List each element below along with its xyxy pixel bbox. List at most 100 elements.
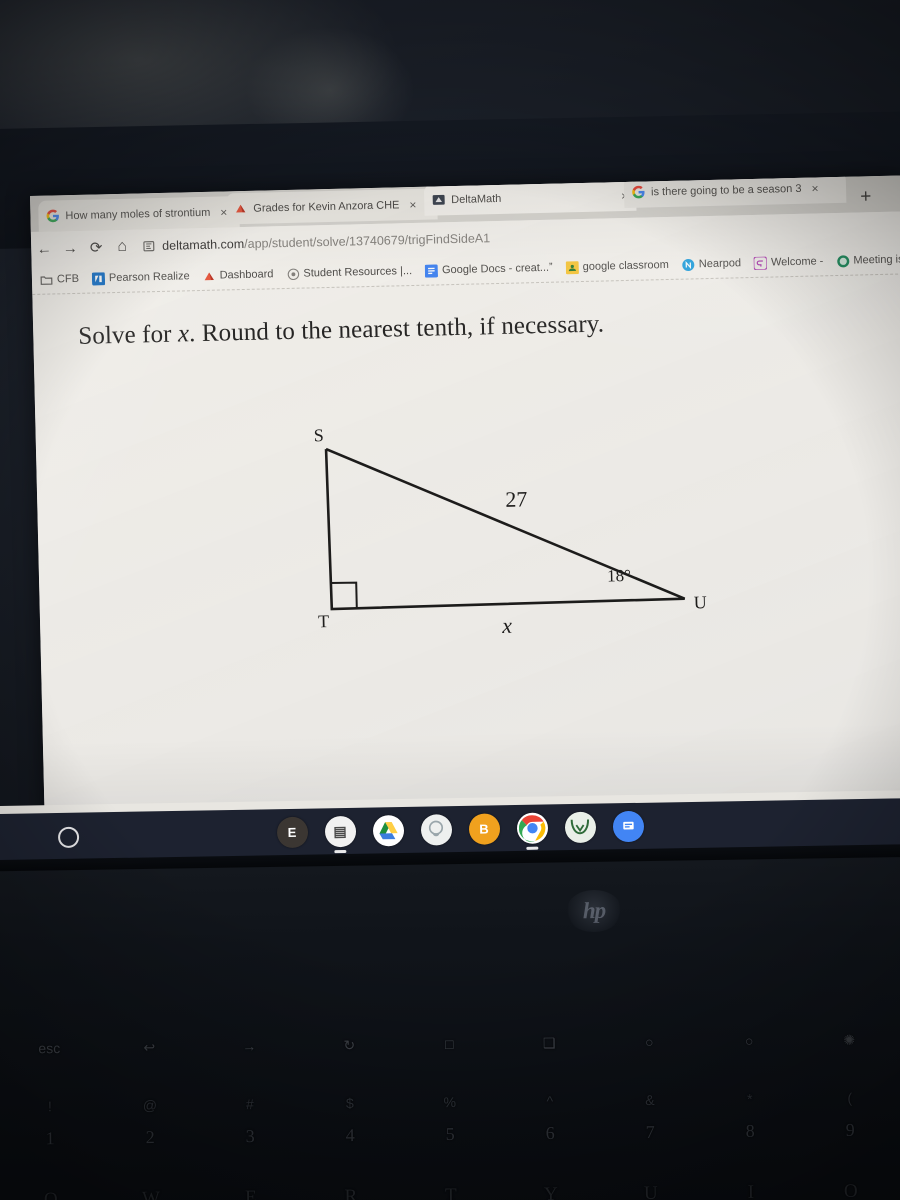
key-fn-8[interactable]: ✺ <box>799 1031 899 1049</box>
key-u[interactable]: U <box>601 1182 701 1200</box>
bookmark-pearson-realize[interactable]: Pearson Realize <box>91 270 190 286</box>
key-q[interactable]: Q <box>1 1189 101 1200</box>
problem-prompt: Solve for x. Round to the nearest tenth,… <box>78 311 604 351</box>
key-sym-3[interactable]: $ <box>300 1095 400 1112</box>
edpuzzle-icon[interactable]: E <box>276 816 308 848</box>
key-sym-6[interactable]: & <box>600 1091 700 1108</box>
key-sym-2[interactable]: # <box>200 1096 300 1113</box>
bookmark-label: Student Resources |... <box>303 265 413 280</box>
google-icon <box>46 209 59 223</box>
key-num-9[interactable]: 9 <box>800 1119 900 1141</box>
forward-icon[interactable]: → <box>57 239 83 257</box>
folder-icon <box>40 275 53 285</box>
bookmark-student-resources[interactable]: Student Resources |... <box>286 265 412 281</box>
angle-label: 18° <box>606 565 632 586</box>
key-sym-5[interactable]: ^ <box>500 1092 600 1109</box>
key-r[interactable]: R <box>301 1186 401 1200</box>
key-num-3[interactable]: 3 <box>200 1126 300 1148</box>
prompt-variable: x <box>177 320 190 348</box>
key-fn-3[interactable]: ↻ <box>299 1037 399 1055</box>
bookmark-meeting[interactable]: Meeting is in prog <box>836 252 900 267</box>
key-sym-0[interactable]: ! <box>0 1098 100 1115</box>
key-e[interactable]: E <box>201 1187 301 1200</box>
files-glyph: ▤ <box>333 822 347 839</box>
bookmark-dashboard[interactable]: Dashboard <box>202 268 274 283</box>
key-y[interactable]: Y <box>501 1183 601 1200</box>
key-fn-2[interactable]: → <box>199 1038 299 1056</box>
back-icon[interactable]: ← <box>31 240 57 258</box>
bookmark-google-classroom[interactable]: google classroom <box>565 258 670 274</box>
google-drive-icon[interactable] <box>372 814 404 847</box>
bookmark-nearpod[interactable]: Nearpod <box>682 257 741 271</box>
bookmark-label: Meeting is in prog <box>853 253 900 267</box>
blooket-glyph: B <box>479 821 489 837</box>
key-num-1[interactable]: 1 <box>0 1128 100 1150</box>
key-fn-4[interactable]: □ <box>399 1035 499 1053</box>
browser-tab-0[interactable]: How many moles of strontium × <box>38 196 240 232</box>
bookmark-cfb[interactable]: CFB <box>40 272 79 286</box>
browser-tab-1[interactable]: Grades for Kevin Anzora CHE × <box>225 188 438 225</box>
google-icon <box>632 185 645 199</box>
laptop-keyboard: esc ↩ → ↻ □ ❑ ○ ○ ✺ ! @ # $ % ^ & * ( 1 … <box>0 1015 900 1200</box>
key-num-6[interactable]: 6 <box>500 1122 600 1144</box>
browser-tab-3[interactable]: is there going to be a season 3 × <box>623 175 847 208</box>
chrome-glyph <box>518 814 545 842</box>
key-num-5[interactable]: 5 <box>400 1123 500 1145</box>
keyboard-function-row: esc ↩ → ↻ □ ❑ ○ ○ ✺ <box>0 1031 899 1057</box>
key-sym-4[interactable]: % <box>400 1093 500 1110</box>
tab-close-icon[interactable]: × <box>409 197 416 211</box>
meeting-icon <box>836 254 849 267</box>
url-host: deltamath.com <box>162 236 245 253</box>
key-fn-0[interactable]: esc <box>0 1040 99 1058</box>
url-path: /app/student/solve/13740679/trigFindSide… <box>244 231 491 251</box>
keyboard-number-row: 1 2 3 4 5 6 7 8 9 <box>0 1119 900 1149</box>
keyboard-symbol-row: ! @ # $ % ^ & * ( <box>0 1089 900 1114</box>
key-t[interactable]: T <box>401 1184 501 1200</box>
key-num-2[interactable]: 2 <box>100 1127 200 1149</box>
key-fn-7[interactable]: ○ <box>699 1032 799 1050</box>
nearpod-icon[interactable] <box>420 813 452 846</box>
bookmark-label: Pearson Realize <box>108 270 190 285</box>
bookmark-label: Google Docs - creat...ˮ <box>441 261 553 277</box>
vertex-label-u: U <box>693 592 707 613</box>
blooket-icon[interactable]: B <box>468 812 500 845</box>
new-tab-button[interactable]: + <box>860 186 872 207</box>
key-sym-7[interactable]: * <box>700 1090 800 1107</box>
home-icon[interactable]: ⌂ <box>109 238 135 257</box>
quizlet-icon[interactable] <box>564 811 596 843</box>
laptop-photo: How many moles of strontium × Grades for… <box>0 0 900 1200</box>
key-sym-8[interactable]: ( <box>800 1089 900 1106</box>
browser-tab-label: DeltaMath <box>451 192 502 206</box>
browser-tab-label: is there going to be a season 3 <box>650 182 802 198</box>
browser-tab-2[interactable]: DeltaMath × <box>423 179 637 216</box>
key-i[interactable]: I <box>701 1181 801 1200</box>
key-sym-1[interactable]: @ <box>100 1097 200 1114</box>
bookmark-label: Welcome - <box>770 255 824 269</box>
laptop-screen: How many moles of strontium × Grades for… <box>30 175 900 832</box>
key-num-8[interactable]: 8 <box>700 1120 800 1142</box>
pearson-icon <box>91 271 106 286</box>
page-info-icon[interactable] <box>143 240 155 252</box>
key-fn-1[interactable]: ↩ <box>99 1039 199 1057</box>
files-icon[interactable]: ▤ <box>324 815 356 847</box>
tab-close-icon[interactable]: × <box>811 181 818 195</box>
welcome-icon <box>753 256 768 270</box>
key-w[interactable]: W <box>101 1188 201 1200</box>
bookmark-welcome[interactable]: Welcome - <box>753 255 824 270</box>
browser-tab-label: How many moles of strontium <box>65 206 211 222</box>
bookmark-google-docs[interactable]: Google Docs - creat...ˮ <box>424 261 553 278</box>
google-slides-icon[interactable] <box>612 810 644 842</box>
deltamath-icon <box>236 204 246 213</box>
url-text: deltamath.com/app/student/solve/13740679… <box>162 231 490 253</box>
key-num-7[interactable]: 7 <box>600 1121 700 1143</box>
key-fn-6[interactable]: ○ <box>599 1033 699 1051</box>
google-chrome-icon[interactable] <box>516 811 548 844</box>
launcher-circle-icon[interactable] <box>57 826 80 849</box>
google-classroom-icon <box>565 260 579 274</box>
reload-icon[interactable]: ⟳ <box>83 238 109 257</box>
key-fn-5[interactable]: ❑ <box>499 1034 599 1052</box>
key-num-4[interactable]: 4 <box>300 1125 400 1147</box>
key-o[interactable]: O <box>801 1180 900 1200</box>
google-docs-icon <box>424 263 439 278</box>
bookmark-label: google classroom <box>582 258 670 273</box>
